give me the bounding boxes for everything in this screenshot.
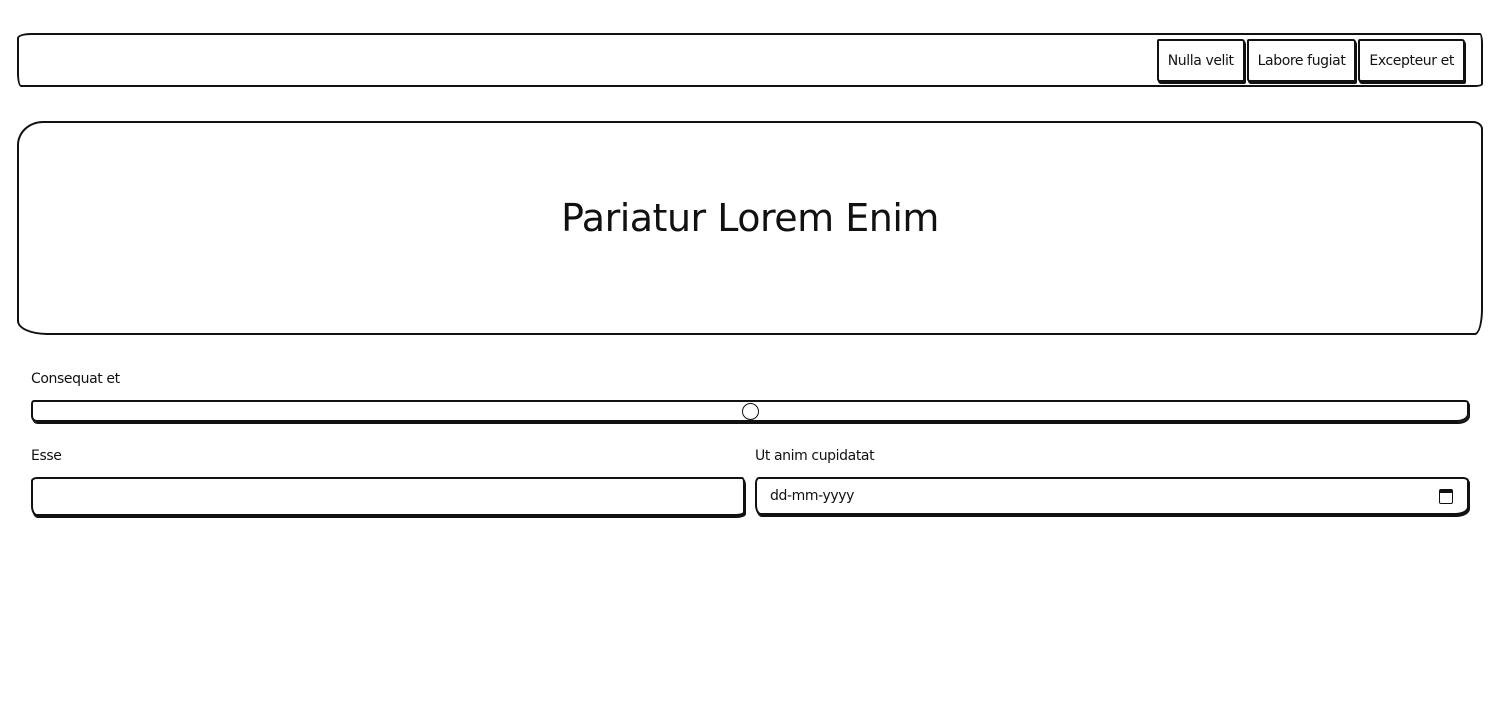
hero-title: Pariatur Lorem Enim — [561, 196, 939, 240]
date-input[interactable]: dd-mm-yyyy — [755, 477, 1469, 515]
range-slider[interactable] — [31, 400, 1469, 422]
date-placeholder: dd-mm-yyyy — [770, 488, 855, 504]
nav-button-group: Nulla velit Labore fugiat Excepteur et — [1155, 39, 1465, 82]
nav-button-nulla-velit[interactable]: Nulla velit — [1156, 39, 1245, 82]
nav-button-excepteur-et[interactable]: Excepteur et — [1358, 39, 1465, 82]
date-field-label: Ut anim cupidatat — [755, 448, 875, 464]
top-navbar: Nulla velit Labore fugiat Excepteur et — [17, 33, 1483, 87]
slider-label: Consequat et — [31, 371, 120, 387]
esse-input[interactable] — [31, 477, 745, 516]
esse-field-label: Esse — [31, 448, 62, 464]
slider-thumb[interactable] — [742, 403, 759, 420]
calendar-icon[interactable] — [1439, 489, 1453, 504]
hero-banner: Pariatur Lorem Enim — [17, 121, 1483, 335]
nav-button-labore-fugiat[interactable]: Labore fugiat — [1246, 39, 1357, 82]
